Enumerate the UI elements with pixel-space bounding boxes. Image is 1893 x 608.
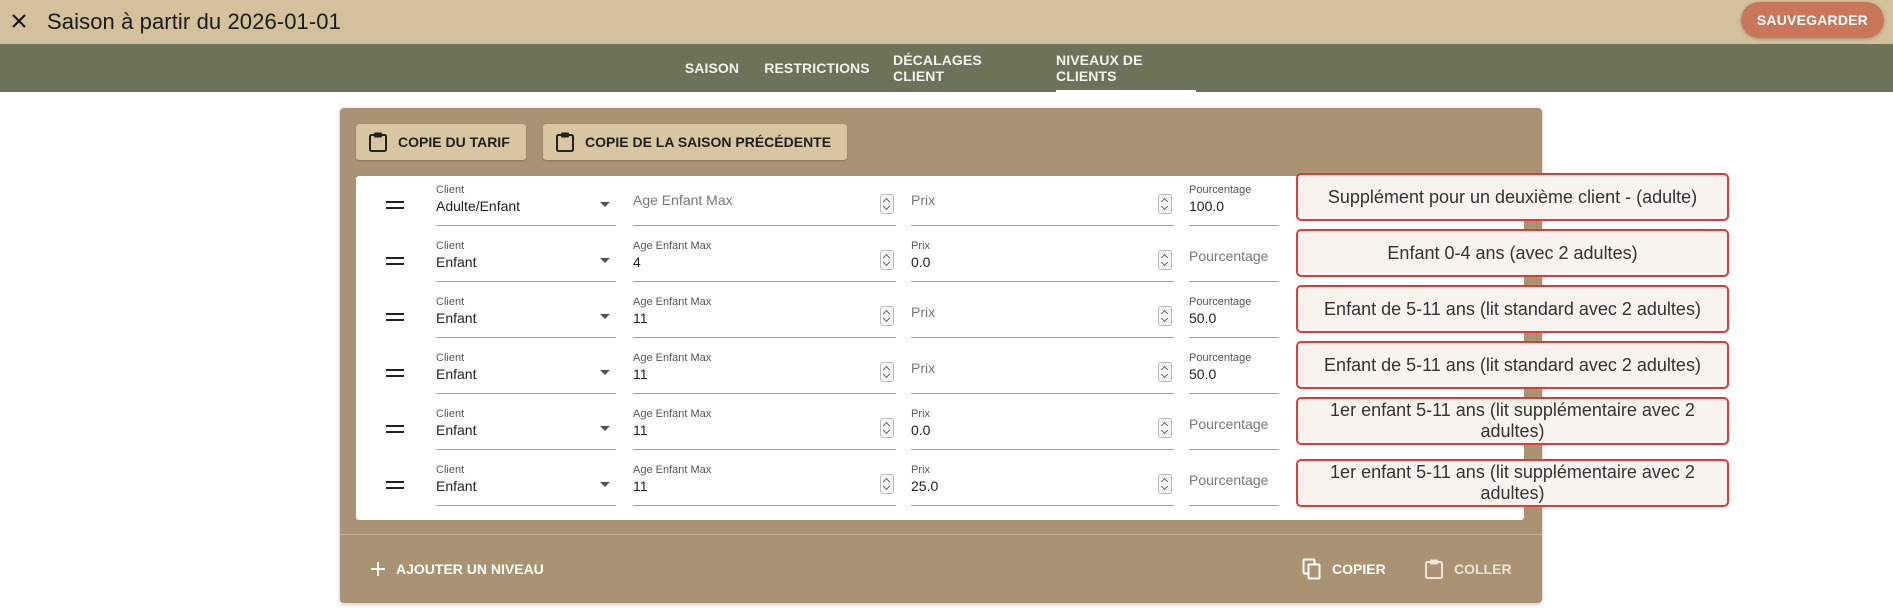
tab-bar: SAISON RESTRICTIONS DÉCALAGES CLIENT NIV…: [0, 44, 1893, 92]
drag-handle-icon[interactable]: [386, 313, 404, 323]
page-title: Saison à partir du 2026-01-01: [47, 9, 341, 34]
save-button[interactable]: SAUVEGARDER: [1740, 2, 1884, 38]
age-max-input[interactable]: Age Enfant Max: [633, 184, 896, 226]
percent-input[interactable]: Pourcentage 50.0: [1189, 352, 1279, 394]
footer-divider: [340, 534, 1542, 535]
copy-tariff-label: COPIE DU TARIF: [398, 134, 510, 150]
drag-handle-icon[interactable]: [386, 257, 404, 267]
client-select[interactable]: Client Enfant: [436, 464, 616, 506]
close-icon: [12, 14, 26, 28]
age-max-input[interactable]: Age Enfant Max 4: [633, 240, 896, 282]
tab-restrictions[interactable]: RESTRICTIONS: [764, 44, 869, 92]
clipboard-icon: [1424, 558, 1444, 580]
spinner-icon[interactable]: [880, 306, 894, 326]
dropdown-arrow-icon: [600, 258, 610, 263]
client-select[interactable]: Client Enfant: [436, 240, 616, 282]
add-level-button[interactable]: AJOUTER UN NIVEAU: [370, 551, 544, 587]
level-description: 1er enfant 5-11 ans (lit supplémentaire …: [1296, 397, 1729, 445]
tab-decalages-client[interactable]: DÉCALAGES CLIENT: [893, 44, 1028, 92]
level-description: Enfant de 5-11 ans (lit standard avec 2 …: [1296, 341, 1729, 389]
spinner-icon[interactable]: [880, 418, 894, 438]
drag-handle-icon[interactable]: [386, 369, 404, 379]
level-description: Enfant 0-4 ans (avec 2 adultes): [1296, 229, 1729, 277]
client-select[interactable]: Client Enfant: [436, 352, 616, 394]
spinner-icon[interactable]: [1158, 418, 1172, 438]
percent-input[interactable]: Pourcentage: [1189, 408, 1279, 450]
price-input[interactable]: Prix: [911, 296, 1174, 338]
level-description: Enfant de 5-11 ans (lit standard avec 2 …: [1296, 285, 1729, 333]
age-max-input[interactable]: Age Enfant Max 11: [633, 296, 896, 338]
paste-button[interactable]: COLLER: [1424, 551, 1512, 587]
dropdown-arrow-icon: [600, 426, 610, 431]
copy-previous-season-label: COPIE DE LA SAISON PRÉCÉDENTE: [585, 134, 832, 150]
price-input[interactable]: Prix: [911, 352, 1174, 394]
price-input[interactable]: Prix 0.0: [911, 408, 1174, 450]
percent-input[interactable]: Pourcentage 50.0: [1189, 296, 1279, 338]
copy-button[interactable]: COPIER: [1302, 551, 1386, 587]
copy-previous-season-button[interactable]: COPIE DE LA SAISON PRÉCÉDENTE: [543, 124, 848, 160]
tab-saison[interactable]: SAISON: [682, 44, 742, 92]
spinner-icon[interactable]: [1158, 306, 1172, 326]
add-level-label: AJOUTER UN NIVEAU: [396, 561, 544, 577]
clipboard-icon: [555, 131, 575, 153]
age-max-input[interactable]: Age Enfant Max 11: [633, 464, 896, 506]
spinner-icon[interactable]: [880, 474, 894, 494]
app-header: Saison à partir du 2026-01-01 SAUVEGARDE…: [0, 0, 1893, 44]
spinner-icon[interactable]: [1158, 474, 1172, 494]
spinner-icon[interactable]: [1158, 250, 1172, 270]
plus-icon: [370, 561, 386, 577]
tab-niveaux-de-clients[interactable]: NIVEAUX DE CLIENTS: [1056, 44, 1196, 92]
spinner-icon[interactable]: [880, 362, 894, 382]
drag-handle-icon[interactable]: [386, 201, 404, 211]
spinner-icon[interactable]: [880, 194, 894, 214]
copy-tariff-button[interactable]: COPIE DU TARIF: [356, 124, 526, 160]
levels-list: Client Adulte/Enfant Age Enfant Max Prix…: [356, 173, 1729, 520]
spinner-icon[interactable]: [1158, 362, 1172, 382]
dropdown-arrow-icon: [600, 482, 610, 487]
spinner-icon[interactable]: [880, 250, 894, 270]
level-description: 1er enfant 5-11 ans (lit supplémentaire …: [1296, 459, 1729, 507]
client-select[interactable]: Client Enfant: [436, 408, 616, 450]
dropdown-arrow-icon: [600, 202, 610, 207]
clipboard-icon: [368, 131, 388, 153]
close-button[interactable]: [2, 4, 36, 38]
spinner-icon[interactable]: [1158, 194, 1172, 214]
drag-handle-icon[interactable]: [386, 425, 404, 435]
client-select[interactable]: Client Enfant: [436, 296, 616, 338]
copy-label: COPIER: [1332, 561, 1386, 577]
paste-label: COLLER: [1454, 561, 1512, 577]
drag-handle-icon[interactable]: [386, 481, 404, 491]
price-input[interactable]: Prix 0.0: [911, 240, 1174, 282]
dropdown-arrow-icon: [600, 370, 610, 375]
client-select[interactable]: Client Adulte/Enfant: [436, 184, 616, 226]
copy-icon: [1302, 558, 1322, 580]
percent-input[interactable]: Pourcentage: [1189, 240, 1279, 282]
percent-input[interactable]: Pourcentage 100.0: [1189, 184, 1279, 226]
price-input[interactable]: Prix 25.0: [911, 464, 1174, 506]
dropdown-arrow-icon: [600, 314, 610, 319]
level-description: Supplément pour un deuxième client - (ad…: [1296, 173, 1729, 221]
client-levels-card: COPIE DU TARIF COPIE DE LA SAISON PRÉCÉD…: [340, 108, 1729, 603]
age-max-input[interactable]: Age Enfant Max 11: [633, 408, 896, 450]
percent-input[interactable]: Pourcentage: [1189, 464, 1279, 506]
age-max-input[interactable]: Age Enfant Max 11: [633, 352, 896, 394]
price-input[interactable]: Prix: [911, 184, 1174, 226]
